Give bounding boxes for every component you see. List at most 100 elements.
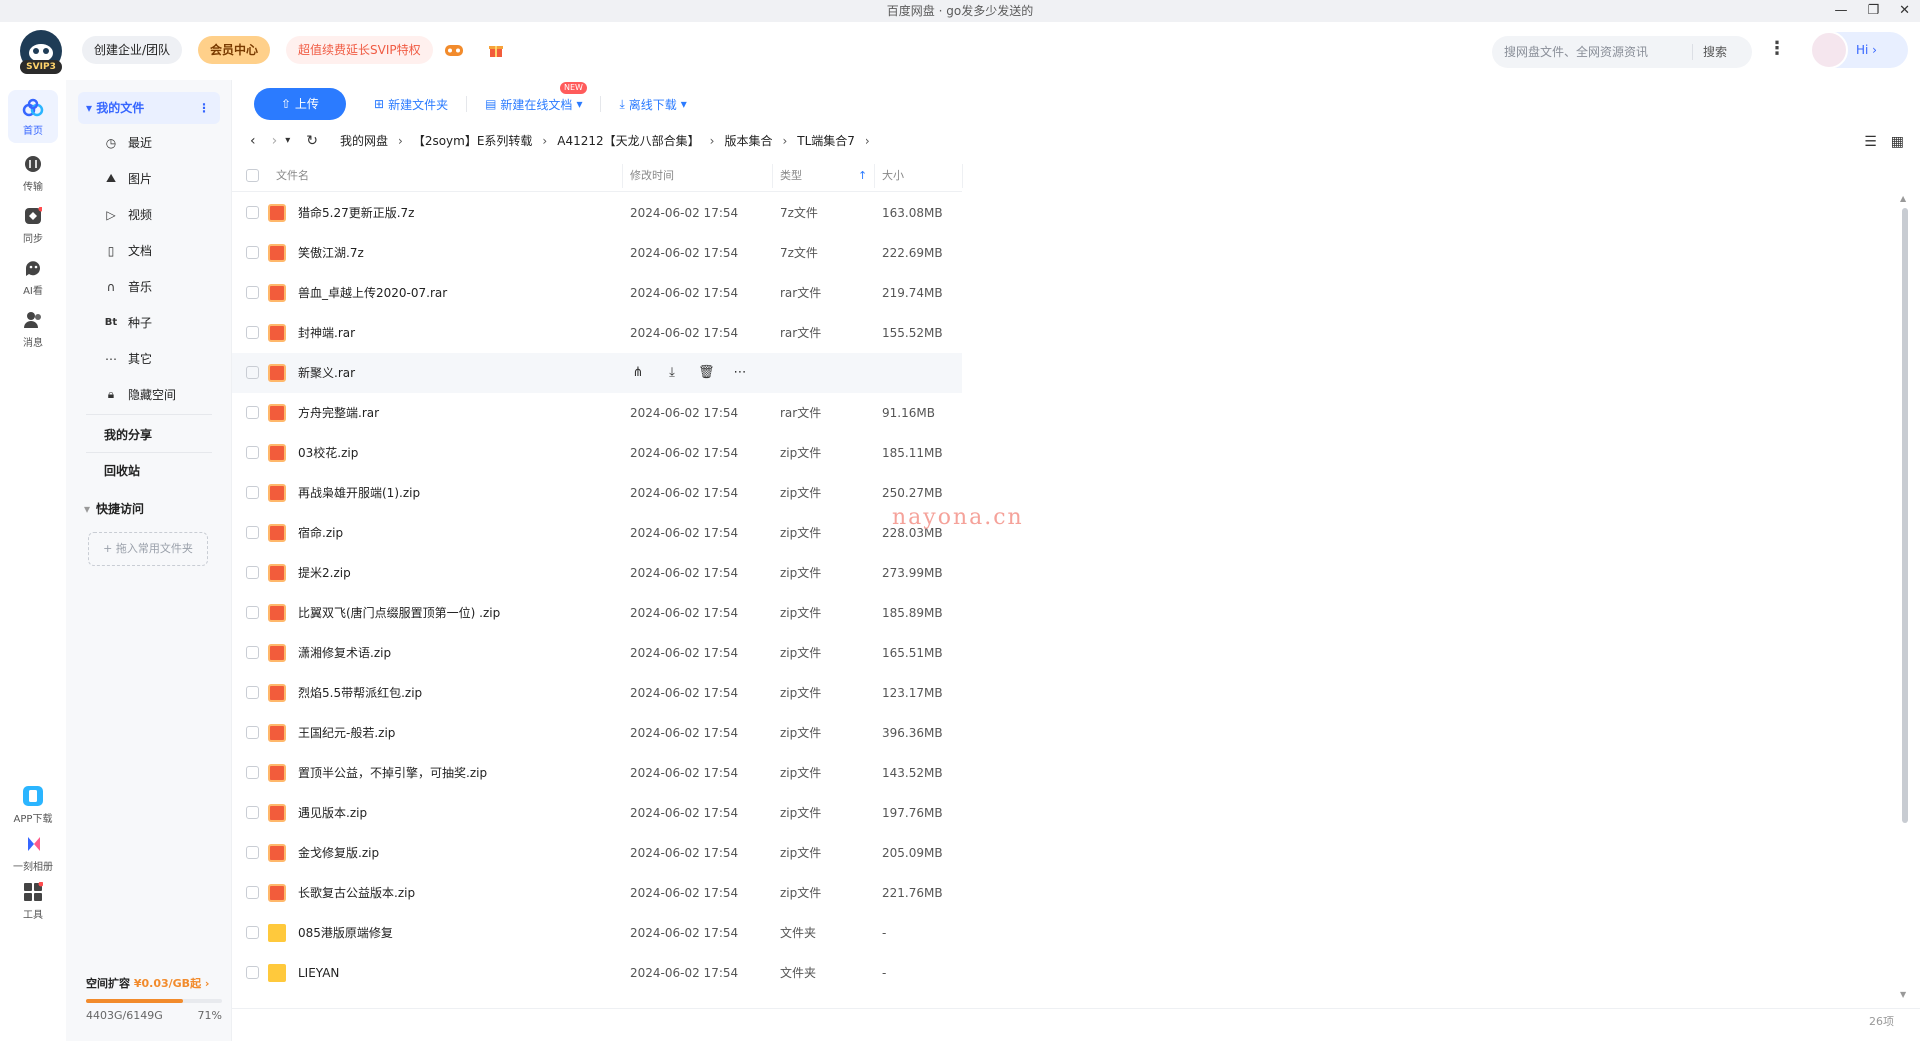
file-row[interactable]: 潇湘修复术语.zip 2024-06-02 17:54 zip文件 165.51MB: [232, 633, 962, 673]
refresh-icon[interactable]: ↻: [306, 133, 318, 149]
file-name[interactable]: 比翼双飞(唐门点缀服置顶第一位) .zip: [298, 593, 500, 633]
grid-view-icon[interactable]: ▦: [1891, 134, 1904, 150]
rail-message[interactable]: 消息: [8, 308, 58, 349]
delete-icon[interactable]: 🗑︎: [698, 365, 715, 381]
file-row[interactable]: 方舟完整端.rar 2024-06-02 17:54 rar文件 91.16MB: [232, 393, 962, 433]
row-checkbox[interactable]: [246, 726, 259, 739]
row-checkbox[interactable]: [246, 766, 259, 779]
create-team-button[interactable]: 创建企业/团队: [82, 36, 183, 64]
row-checkbox[interactable]: [246, 806, 259, 819]
row-checkbox[interactable]: [246, 846, 259, 859]
new-doc-button[interactable]: ▤ 新建在线文档 ▾: [485, 96, 582, 113]
column-size[interactable]: 大小: [882, 160, 904, 192]
sidebar-my-share[interactable]: 我的分享: [104, 426, 152, 443]
game-icon[interactable]: [444, 42, 464, 58]
file-name[interactable]: 潇湘修复术语.zip: [298, 633, 391, 673]
file-row[interactable]: 长歌复古公益版本.zip 2024-06-02 17:54 zip文件 221.76M…: [232, 873, 962, 913]
row-checkbox[interactable]: [246, 926, 259, 939]
rail-album[interactable]: 一刻相册: [8, 832, 58, 873]
row-checkbox[interactable]: [246, 486, 259, 499]
file-name[interactable]: 猎命5.27更新正版.7z: [298, 193, 414, 233]
file-row[interactable]: 王国纪元-般若.zip 2024-06-02 17:54 zip文件 396.36MB: [232, 713, 962, 753]
row-checkbox[interactable]: [246, 886, 259, 899]
file-name[interactable]: 金戈修复版.zip: [298, 833, 379, 873]
rail-home[interactable]: 首页: [8, 90, 58, 143]
file-row[interactable]: 比翼双飞(唐门点缀服置顶第一位) .zip 2024-06-02 17:54 zip…: [232, 593, 962, 633]
file-name[interactable]: 置顶半公益，不掉引擎，可抽奖.zip: [298, 753, 487, 793]
storage-price[interactable]: ¥0.03/GB起 ›: [134, 977, 210, 990]
row-checkbox[interactable]: [246, 446, 259, 459]
sidebar-item-images[interactable]: ⛰ 图片: [104, 170, 152, 187]
file-name[interactable]: 王国纪元-般若.zip: [298, 713, 395, 753]
rail-tools[interactable]: 工具: [8, 880, 58, 921]
download-icon[interactable]: ⤓: [664, 365, 680, 381]
file-row[interactable]: 笑傲江湖.7z 2024-06-02 17:54 7z文件 222.69MB: [232, 233, 962, 273]
file-row[interactable]: 金戈修复版.zip 2024-06-02 17:54 zip文件 205.09MB: [232, 833, 962, 873]
quick-access-header[interactable]: ▾ 快捷访问: [84, 500, 144, 517]
file-row[interactable]: 封神端.rar 2024-06-02 17:54 rar文件 155.52MB: [232, 313, 962, 353]
breadcrumb-item[interactable]: A41212【天龙八部合集】: [557, 132, 699, 149]
sidebar-recycle-bin[interactable]: 回收站: [104, 462, 140, 479]
folder-row[interactable]: 085港版原端修复 2024-06-02 17:54 文件夹 -: [232, 913, 962, 953]
file-name[interactable]: 烈焰5.5带帮派红包.zip: [298, 673, 422, 713]
breadcrumb-item[interactable]: 版本集合: [724, 132, 772, 149]
row-checkbox[interactable]: [246, 366, 259, 379]
column-type[interactable]: 类型: [780, 160, 802, 192]
avatar[interactable]: [1810, 31, 1848, 69]
column-divider[interactable]: [874, 164, 875, 188]
file-row[interactable]: 置顶半公益，不掉引擎，可抽奖.zip 2024-06-02 17:54 zip文件 1…: [232, 753, 962, 793]
restore-button[interactable]: ❐: [1867, 0, 1879, 22]
scrollbar-thumb[interactable]: [1902, 208, 1908, 823]
breadcrumb-item[interactable]: TL端集合7: [797, 132, 855, 149]
drop-folder-zone[interactable]: + 拖入常用文件夹: [88, 532, 208, 566]
sidebar-item-hidden-space[interactable]: 🔒︎ 隐藏空间: [104, 386, 176, 403]
column-name[interactable]: 文件名: [276, 160, 309, 192]
row-checkbox[interactable]: [246, 206, 259, 219]
folder-row[interactable]: LIEYAN 2024-06-02 17:54 文件夹 -: [232, 953, 962, 993]
column-time[interactable]: 修改时间: [630, 160, 674, 192]
more-icon[interactable]: ⋯: [732, 365, 748, 381]
file-row[interactable]: 猎命5.27更新正版.7z 2024-06-02 17:54 7z文件 163.08M…: [232, 193, 962, 233]
row-checkbox[interactable]: [246, 526, 259, 539]
file-name[interactable]: 宿命.zip: [298, 513, 343, 553]
row-checkbox[interactable]: [246, 246, 259, 259]
file-row[interactable]: 遇见版本.zip 2024-06-02 17:54 zip文件 197.76MB: [232, 793, 962, 833]
file-row[interactable]: 提米2.zip 2024-06-02 17:54 zip文件 273.99MB: [232, 553, 962, 593]
vip-center-button[interactable]: 会员中心: [198, 36, 271, 64]
sidebar-item-music[interactable]: ∩ 音乐: [104, 278, 152, 295]
file-name[interactable]: 遇见版本.zip: [298, 793, 367, 833]
breadcrumb-item[interactable]: 我的网盘: [340, 132, 388, 149]
rail-app-download[interactable]: APP下载: [8, 784, 58, 825]
file-name[interactable]: 封神端.rar: [298, 313, 355, 353]
row-checkbox[interactable]: [246, 286, 259, 299]
breadcrumb-item[interactable]: 【2soym】E系列转载: [413, 132, 533, 149]
history-dropdown-icon[interactable]: ▾: [285, 135, 290, 146]
select-all-checkbox[interactable]: [246, 169, 259, 182]
back-icon[interactable]: ‹: [250, 133, 256, 149]
file-row[interactable]: 新聚义.rar ⋔ ⤓ 🗑︎ ⋯: [232, 353, 962, 393]
more-vertical-icon[interactable]: ⋮: [198, 92, 210, 124]
scroll-down-icon[interactable]: ▼: [1900, 990, 1906, 999]
more-menu-icon[interactable]: ⋮: [1768, 38, 1786, 59]
sidebar-item-torrent[interactable]: Bt 种子: [104, 314, 152, 331]
user-chip[interactable]: Hi ›: [1810, 31, 1908, 69]
file-name[interactable]: 兽血_卓越上传2020-07.rar: [298, 273, 447, 313]
sidebar-item-docs[interactable]: ▯ 文档: [104, 242, 152, 259]
file-row[interactable]: 03校花.zip 2024-06-02 17:54 zip文件 185.11MB: [232, 433, 962, 473]
file-name[interactable]: 长歌复古公益版本.zip: [298, 873, 415, 913]
file-name[interactable]: LIEYAN: [298, 953, 339, 993]
file-name[interactable]: 新聚义.rar: [298, 353, 355, 393]
file-row[interactable]: 烈焰5.5带帮派红包.zip 2024-06-02 17:54 zip文件 123.1…: [232, 673, 962, 713]
rail-transfer[interactable]: 传输: [8, 152, 58, 193]
gift-icon[interactable]: [488, 42, 504, 58]
row-checkbox[interactable]: [246, 566, 259, 579]
new-folder-button[interactable]: ⊞ 新建文件夹: [374, 96, 448, 113]
column-divider[interactable]: [622, 164, 623, 188]
app-logo[interactable]: SVIP3: [20, 30, 62, 74]
close-button[interactable]: ✕: [1899, 0, 1910, 22]
file-name[interactable]: 提米2.zip: [298, 553, 351, 593]
file-name[interactable]: 085港版原端修复: [298, 913, 393, 953]
file-name[interactable]: 方舟完整端.rar: [298, 393, 379, 433]
sidebar-item-other[interactable]: ⋯ 其它: [104, 350, 152, 367]
row-checkbox[interactable]: [246, 326, 259, 339]
